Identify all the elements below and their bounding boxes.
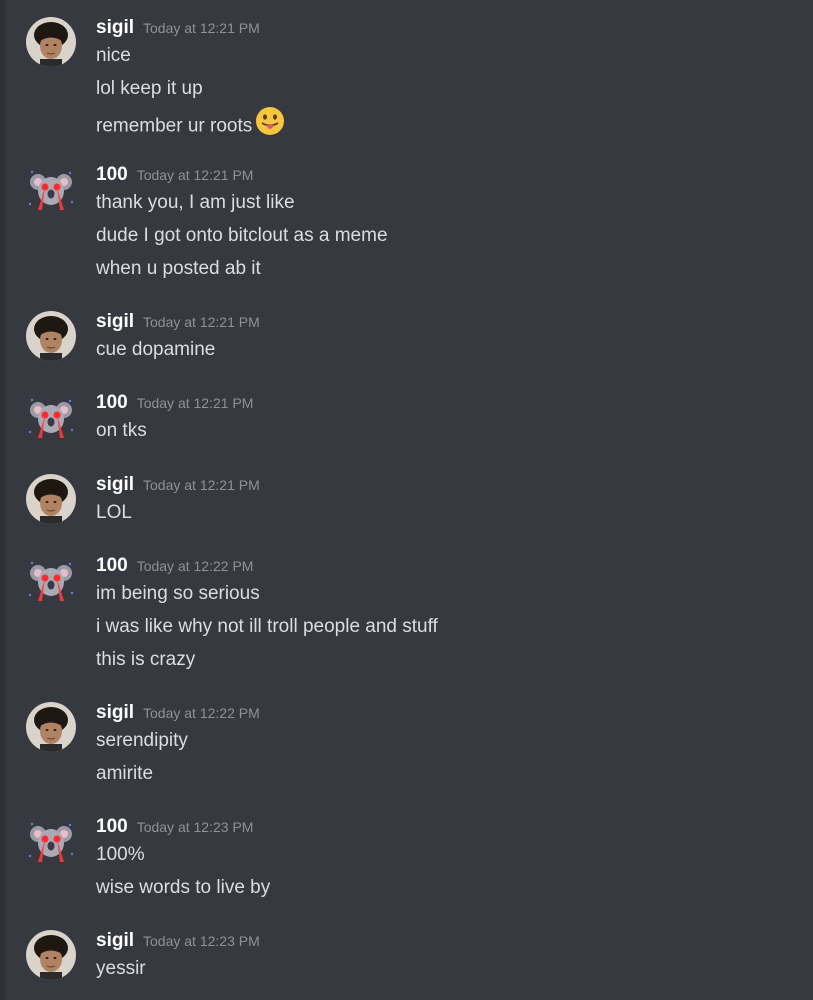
timestamp: Today at 12:21 PM: [143, 20, 260, 36]
username[interactable]: 100: [96, 392, 128, 413]
message-header: sigil Today at 12:21 PM: [96, 17, 260, 41]
avatar[interactable]: [26, 164, 76, 214]
timestamp: Today at 12:23 PM: [136, 819, 254, 835]
human-face-avatar-icon: [26, 930, 76, 980]
chat-message-list: sigil Today at 12:21 PM nice lol keep it …: [0, 0, 813, 1000]
username[interactable]: sigil: [96, 311, 134, 332]
message-text: amirite: [96, 763, 154, 784]
human-face-avatar-icon: [26, 311, 76, 361]
timestamp: Today at 12:23 PM: [143, 933, 260, 949]
avatar[interactable]: [26, 474, 76, 524]
message-text: im being so serious: [96, 583, 260, 604]
human-face-avatar-icon: [26, 702, 76, 752]
avatar[interactable]: [26, 311, 76, 361]
avatar[interactable]: [26, 930, 76, 980]
message-text: when u posted ab it: [96, 258, 261, 279]
message-header: sigil Today at 12:21 PM: [96, 474, 260, 498]
timestamp: Today at 12:21 PM: [143, 314, 260, 330]
message-text: wise words to live by: [96, 877, 271, 898]
koala-laser-eyes-avatar-icon: [26, 555, 76, 605]
message-header: 100 Today at 12:21 PM: [96, 392, 253, 416]
timestamp: Today at 12:21 PM: [143, 477, 260, 493]
message-text: i was like why not ill troll people and …: [96, 616, 438, 637]
timestamp: Today at 12:21 PM: [136, 395, 254, 411]
message-text: this is crazy: [96, 649, 196, 670]
message-text: serendipity: [96, 730, 188, 751]
avatar[interactable]: [26, 17, 76, 67]
koala-laser-eyes-avatar-icon: [26, 392, 76, 442]
message-text: thank you, I am just like: [96, 192, 295, 213]
message-text: on tks: [96, 420, 147, 441]
message-text: lol keep it up: [96, 78, 203, 99]
timestamp: Today at 12:21 PM: [136, 167, 254, 183]
avatar[interactable]: [26, 702, 76, 752]
message-header: sigil Today at 12:21 PM: [96, 311, 260, 335]
message-text: yessir: [96, 958, 146, 979]
avatar[interactable]: [26, 816, 76, 866]
username[interactable]: sigil: [96, 702, 134, 723]
message-header: sigil Today at 12:22 PM: [96, 702, 260, 726]
username[interactable]: 100: [96, 816, 128, 837]
koala-laser-eyes-avatar-icon: [26, 164, 76, 214]
timestamp: Today at 12:22 PM: [136, 558, 254, 574]
message-text: dude I got onto bitclout as a meme: [96, 225, 388, 246]
username[interactable]: sigil: [96, 17, 134, 38]
message-text: 100%: [96, 844, 145, 865]
username[interactable]: sigil: [96, 474, 134, 495]
username[interactable]: 100: [96, 555, 128, 576]
username[interactable]: sigil: [96, 930, 134, 951]
human-face-avatar-icon: [26, 474, 76, 524]
message-header: sigil Today at 12:23 PM: [96, 930, 260, 954]
timestamp: Today at 12:22 PM: [143, 705, 260, 721]
message-header: 100 Today at 12:22 PM: [96, 555, 253, 579]
message-text: LOL: [96, 502, 132, 523]
message-line: remember ur roots: [96, 107, 285, 143]
koala-laser-eyes-avatar-icon: [26, 816, 76, 866]
message-text: cue dopamine: [96, 339, 216, 360]
message-text: nice: [96, 45, 131, 66]
tongue-out-emoji-icon: [255, 106, 285, 143]
avatar[interactable]: [26, 392, 76, 442]
human-face-avatar-icon: [26, 17, 76, 67]
message-header: 100 Today at 12:23 PM: [96, 816, 253, 840]
username[interactable]: 100: [96, 164, 128, 185]
message-header: 100 Today at 12:21 PM: [96, 164, 253, 188]
avatar[interactable]: [26, 555, 76, 605]
message-text: remember ur roots: [96, 115, 253, 137]
